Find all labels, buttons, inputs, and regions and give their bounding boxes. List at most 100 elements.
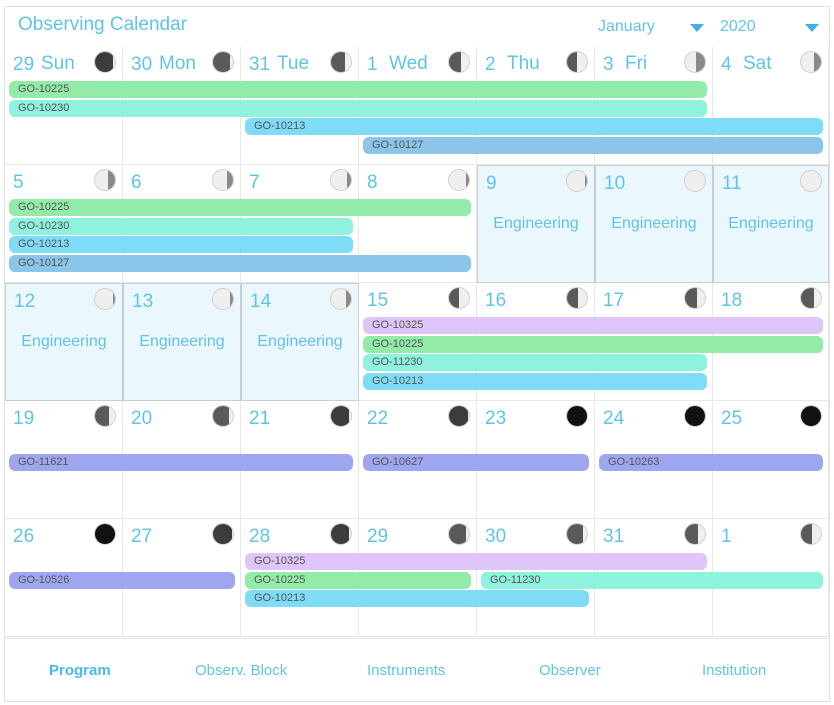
engineering-label: Engineering xyxy=(21,333,107,350)
day-cell[interactable]: 10 Engineering xyxy=(595,165,713,283)
program-bar[interactable]: GO-11230 xyxy=(363,354,707,371)
moon-shadow xyxy=(567,524,583,544)
moon-shadow xyxy=(331,406,349,426)
tab-institution[interactable]: Institution xyxy=(702,662,766,679)
moon-shadow xyxy=(449,288,459,308)
program-bar[interactable]: GO-10230 xyxy=(9,99,707,117)
month-value: January xyxy=(598,18,655,35)
day-number: 7 xyxy=(249,172,260,193)
moon-phase-icon xyxy=(800,170,822,192)
day-cell[interactable]: 11 Engineering xyxy=(713,165,829,283)
program-bar[interactable]: GO-10213 xyxy=(245,590,589,607)
day-number: 19 xyxy=(13,408,35,429)
moon-phase-icon xyxy=(566,523,588,545)
moon-phase-icon xyxy=(684,405,706,427)
engineering-label: Engineering xyxy=(611,215,697,232)
day-number: 30 xyxy=(485,526,507,547)
moon-shadow xyxy=(346,170,351,190)
day-cell[interactable]: 9 Engineering xyxy=(477,165,595,283)
moon-phase-icon xyxy=(448,287,470,309)
moon-shadow xyxy=(331,52,345,72)
tab-observer[interactable]: Observer xyxy=(539,662,601,679)
moon-shadow xyxy=(449,406,468,426)
moon-phase-icon xyxy=(448,523,470,545)
day-number: 26 xyxy=(13,526,35,547)
moon-phase-icon xyxy=(800,51,822,73)
moon-phase-icon xyxy=(448,405,470,427)
program-bar[interactable]: GO-11621 xyxy=(9,453,353,471)
moon-phase-icon xyxy=(566,51,588,73)
day-number: 27 xyxy=(131,526,153,547)
program-bar[interactable]: GO-10325 xyxy=(245,553,707,570)
moon-phase-icon xyxy=(330,405,352,427)
tab-instruments[interactable]: Instruments xyxy=(367,662,445,679)
moon-phase-icon xyxy=(684,51,706,73)
program-bar[interactable]: GO-10230 xyxy=(9,217,353,235)
moon-phase-icon xyxy=(94,51,116,73)
day-number: 29 xyxy=(367,526,389,547)
program-bar[interactable]: GO-10213 xyxy=(245,118,823,135)
moon-phase-icon xyxy=(94,169,116,191)
program-bar[interactable]: GO-10225 xyxy=(363,335,823,353)
month-select[interactable]: January xyxy=(598,18,704,36)
program-bar[interactable]: GO-10263 xyxy=(599,453,823,471)
program-bar[interactable]: GO-10213 xyxy=(363,372,707,390)
moon-phase-icon xyxy=(448,51,470,73)
day-number: 11 xyxy=(722,173,742,194)
program-bar[interactable]: GO-10225 xyxy=(9,81,707,98)
day-number: 12 xyxy=(14,291,36,312)
day-number: 16 xyxy=(485,290,507,311)
day-cell[interactable]: 12 Engineering xyxy=(5,283,123,401)
moon-phase-icon xyxy=(212,405,234,427)
day-number: 24 xyxy=(603,408,625,429)
calendar-title: Observing Calendar xyxy=(18,14,187,35)
day-number: 29 xyxy=(13,54,35,75)
program-bar[interactable]: GO-10627 xyxy=(363,453,589,471)
program-bar[interactable]: GO-10325 xyxy=(363,317,823,334)
moon-phase-icon xyxy=(684,287,706,309)
moon-shadow xyxy=(465,170,469,190)
program-bar[interactable]: GO-10213 xyxy=(9,236,353,253)
program-bar[interactable]: GO-10526 xyxy=(9,571,235,589)
day-number: 1 xyxy=(721,526,732,547)
tab-program[interactable]: Program xyxy=(49,662,111,679)
moon-phase-icon xyxy=(330,51,352,73)
day-number: 10 xyxy=(604,173,626,194)
day-number: 8 xyxy=(367,172,378,193)
moon-phase-icon xyxy=(800,405,822,427)
moon-phase-icon xyxy=(800,523,822,545)
program-bar[interactable]: GO-11230 xyxy=(481,571,823,589)
moon-shadow xyxy=(213,52,230,72)
program-bar[interactable]: GO-10127 xyxy=(363,136,823,154)
program-bar[interactable]: GO-10225 xyxy=(9,199,471,216)
day-number: 9 xyxy=(486,173,497,194)
year-select[interactable]: 2020 xyxy=(720,18,819,36)
moon-shadow xyxy=(567,52,577,72)
observing-calendar: Observing Calendar January 2020 29 Sun 30 M… xyxy=(4,6,830,702)
weekday-label: Sun xyxy=(41,53,75,74)
moon-shadow xyxy=(331,524,350,544)
day-cell[interactable]: 13 Engineering xyxy=(123,283,241,401)
moon-shadow xyxy=(695,52,705,72)
year-value: 2020 xyxy=(720,18,756,35)
moon-phase-icon xyxy=(800,287,822,309)
moon-shadow xyxy=(226,170,233,190)
day-number: 23 xyxy=(485,408,507,429)
moon-phase-icon xyxy=(212,169,234,191)
weekday-label: Thu xyxy=(507,53,540,74)
day-number: 5 xyxy=(13,172,24,193)
day-number: 28 xyxy=(249,526,271,547)
moon-phase-icon xyxy=(330,523,352,545)
moon-shadow xyxy=(107,170,115,190)
day-number: 31 xyxy=(249,54,271,75)
program-bar[interactable]: GO-10225 xyxy=(245,571,471,589)
day-number: 15 xyxy=(367,290,389,311)
day-number: 17 xyxy=(603,290,625,311)
moon-phase-icon xyxy=(566,405,588,427)
day-number: 13 xyxy=(132,291,154,312)
day-cell[interactable]: 14 Engineering xyxy=(241,283,359,401)
tab-observ-block[interactable]: Observ. Block xyxy=(195,662,287,679)
day-number: 31 xyxy=(603,526,625,547)
day-number: 18 xyxy=(721,290,743,311)
program-bar[interactable]: GO-10127 xyxy=(9,254,471,272)
